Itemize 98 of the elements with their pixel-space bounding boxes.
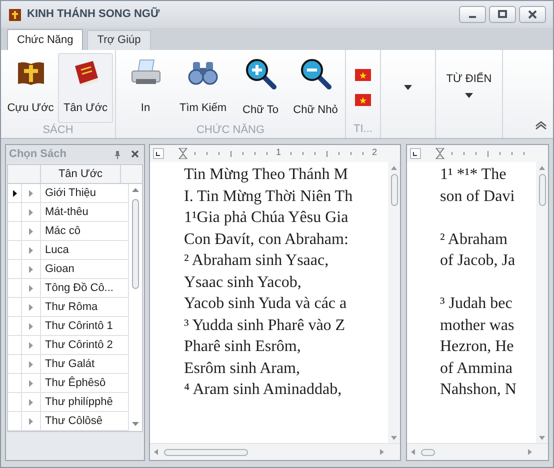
book-name[interactable]: Thư philípphê [41,393,121,411]
zoom-out-icon [300,58,332,90]
expand-icon[interactable] [29,322,33,330]
expand-icon[interactable] [29,246,33,254]
book-name[interactable]: Thư Rôma [41,298,121,316]
expand-icon[interactable] [29,342,33,348]
group-label: CHỨC NĂNG [196,124,265,136]
text-line: 1¹ *¹* The [440,166,506,183]
book-name[interactable]: Thư Côrintô 2 [41,336,121,354]
scroll-down-icon[interactable] [391,436,397,440]
tab[interactable]: Chức Năng [7,29,84,50]
pin-icon[interactable] [114,150,121,158]
text-line: son of Davi [440,188,515,204]
scrollbar[interactable] [128,184,142,431]
scroll-down-icon[interactable] [132,421,140,427]
close-icon [528,10,537,19]
expand-icon[interactable] [29,380,33,386]
flag-icon[interactable] [355,69,371,81]
close-icon[interactable] [131,150,139,158]
ribbon-button[interactable]: Chữ Nhỏ [288,53,343,123]
horizontal-scrollbar[interactable] [407,443,548,460]
expand-icon[interactable] [29,208,33,216]
panel-title: Chọn Sách [9,146,66,162]
text-line: ⁴ Aram sinh Aminaddab, [184,381,342,398]
scroll-right-icon[interactable] [528,449,532,455]
window-title: KINH THÁNH SONG NGỮ [27,6,160,22]
book-name[interactable]: Thư Côrintô 1 [41,317,121,335]
group-label: TI... [354,123,372,135]
book-name[interactable]: Giới Thiệu [41,184,121,202]
expand-icon[interactable] [29,228,33,234]
flag-icon[interactable] [355,94,371,106]
maximize-icon [498,10,507,19]
text-line: Con Đavít, con Abraham: [184,230,348,248]
expand-icon[interactable] [29,360,33,368]
scroll-thumb[interactable] [132,199,140,289]
book-name[interactable]: Gioan [41,260,121,278]
scrollbar[interactable] [388,162,400,443]
text-line: I. Tin Mừng Thời Niên Th [184,188,353,204]
expand-icon[interactable] [29,418,33,424]
expand-icon[interactable] [29,266,33,272]
expand-icon[interactable] [29,398,33,406]
caret-icon [404,85,412,90]
text-line: Yacob sinh Yuda và các a [184,295,347,312]
text-line: Hezron, He [440,338,514,355]
close-button[interactable] [519,6,546,23]
text-line: Pharê sinh Esrôm, [184,338,301,355]
text-line: ² Abraham [440,230,508,248]
text-line: of Jacob, Ja [440,252,516,269]
scroll-right-icon[interactable] [380,449,384,455]
minimize-button[interactable] [459,6,486,23]
ribbon-button[interactable]: Tân Ước [58,53,113,123]
zoom-in-icon [244,58,276,90]
text-line: ² Abraham sinh Ysaac, [184,252,329,269]
scroll-thumb[interactable] [421,448,435,456]
text-line: mother was [440,316,514,334]
expand-icon[interactable] [29,284,33,292]
expand-icon[interactable] [29,304,33,310]
ribbon-button[interactable]: In [118,53,173,123]
scroll-up-icon[interactable] [132,187,140,193]
ribbon-button[interactable]: Tìm Kiếm [173,53,233,123]
tab[interactable]: Trợ Giúp [87,30,151,50]
book-name[interactable]: Tông Đồ Cô... [41,279,121,297]
book-name[interactable]: Mác cô [41,222,121,240]
text-line: 1¹Gia phả Chúa Yêsu Gia [184,209,348,226]
book-name[interactable]: Luca [41,241,121,259]
ribbon-button[interactable]: Cựu Ước [3,53,58,123]
dropdown-button[interactable]: TỪ ĐIỂN [438,53,500,122]
ribbon-button[interactable]: Chữ To [233,53,288,123]
book-name[interactable]: Thư Galát [41,355,121,373]
text-line: Tin Mừng Theo Thánh M [184,166,348,183]
scroll-left-icon[interactable] [154,449,158,455]
tab-stop-selector[interactable] [410,148,421,159]
scroll-up-icon[interactable] [539,166,545,170]
scroll-left-icon[interactable] [411,449,415,455]
scroll-thumb[interactable] [390,174,398,206]
text-line: Nahshon, N [440,381,516,398]
current-row-icon [12,190,16,196]
collapse-ribbon-icon[interactable] [535,121,547,130]
scrollbar[interactable] [536,162,548,443]
scroll-thumb[interactable] [164,448,248,456]
scroll-down-icon[interactable] [539,436,545,440]
caret-icon [465,92,473,98]
text-line: of Ammina [440,360,512,376]
expand-icon[interactable] [29,190,33,196]
book-name[interactable]: Thư Côlôsê [41,412,121,430]
group-label: SÁCH [42,124,74,136]
maximize-button[interactable] [489,6,516,23]
book-name[interactable]: Thư Êphêsô [41,374,121,392]
tab-stop-selector[interactable] [153,148,164,159]
book-name[interactable]: Mát-thêu [41,203,121,221]
text-line: ³ Judah bec [440,295,512,312]
text-line: ³ Yudda sinh Pharê vào Z [184,316,346,334]
book-icon [8,8,22,22]
text-line: Esrôm sinh Aram, [184,360,300,376]
scroll-thumb[interactable] [538,174,546,206]
scroll-up-icon[interactable] [391,166,397,170]
horizontal-scrollbar[interactable] [150,443,400,460]
text-line: Ysaac sinh Yacob, [184,274,302,290]
